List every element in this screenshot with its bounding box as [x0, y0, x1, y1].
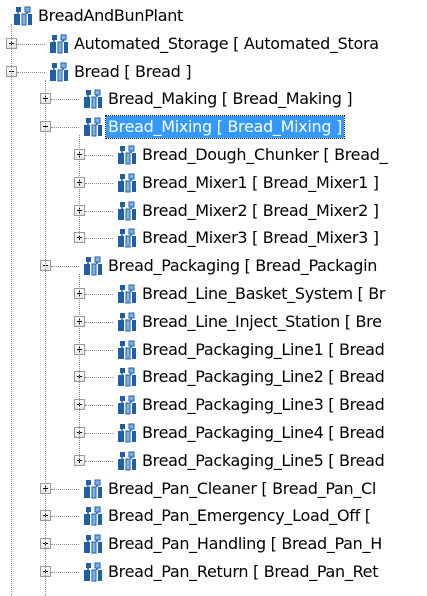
tree-node-bread-packaging-line2[interactable]: Bread_Packaging_Line2 [ Bread [0, 363, 427, 391]
tree-node-automated-storage[interactable]: Automated_Storage [ Automated_Stora [0, 30, 427, 58]
tree-connector-line [51, 572, 79, 573]
tree-connector-line [17, 71, 45, 73]
object-template-icon [116, 172, 138, 194]
tree-connector-line [51, 99, 79, 101]
tree-guide-line [79, 135, 80, 239]
tree-guide-line [11, 24, 12, 596]
tree-node-bread-pan-handling[interactable]: Bread_Pan_Handling [ Bread_Pan_H [0, 530, 427, 558]
object-template-icon [116, 339, 138, 361]
tree-connector-line [51, 516, 79, 518]
tree-node-bread-packaging-line3[interactable]: Bread_Packaging_Line3 [ Bread [0, 391, 427, 419]
tree-node-label: Bread_Making [ Bread_Making ] [108, 89, 353, 109]
tree-node-label: Bread_Pan_Cleaner [ Bread_Pan_Cl [108, 478, 377, 498]
object-template-icon [116, 283, 138, 305]
tree-connector-line [85, 210, 113, 212]
tree-node-label: Bread_Mixing [ Bread_Mixing ] [105, 115, 345, 140]
tree-node-label: Bread_Packaging_Line2 [ Bread [142, 367, 385, 387]
tree-node-bread-packaging-line1[interactable]: Bread_Packaging_Line1 [ Bread [0, 336, 427, 364]
object-template-icon [116, 311, 138, 333]
object-template-icon [116, 366, 138, 388]
tree-node-label: Bread_Mixer1 [ Bread_Mixer1 ] [142, 172, 379, 192]
tree-connector-line [85, 155, 113, 156]
tree-node-bread[interactable]: Bread [ Bread ] [0, 58, 427, 86]
tree-node-bread-packaging-line5[interactable]: Bread_Packaging_Line5 [ Bread [0, 447, 427, 475]
tree-node-label: Bread_Packaging_Line5 [ Bread [142, 450, 385, 470]
tree-node-label: Bread_Mixer2 [ Bread_Mixer2 ] [142, 200, 379, 220]
tree-node-label: Bread_Pan_Emergency_Load_Off [ [108, 506, 371, 526]
tree-node-label: Bread_Packaging_Line1 [ Bread [142, 339, 385, 359]
tree-guide-line [45, 79, 46, 596]
tree-connector-line [51, 544, 79, 546]
tree-connector-line [17, 43, 45, 45]
tree-node-bread-dough-chunker[interactable]: Bread_Dough_Chunker [ Bread_ [0, 141, 427, 169]
object-template-icon [48, 61, 70, 83]
object-template-icon [116, 450, 138, 472]
object-template-icon [82, 505, 104, 527]
tree-connector-line [85, 405, 113, 407]
tree-connector-line [85, 182, 113, 184]
object-template-icon [116, 227, 138, 249]
object-template-icon [82, 478, 104, 500]
object-template-icon [82, 533, 104, 555]
tree-node-label: Bread_Line_Basket_System [ Br [142, 284, 386, 303]
tree-connector-line [85, 433, 113, 434]
object-template-icon [116, 422, 138, 444]
tree-node-bread-pan-return[interactable]: Bread_Pan_Return [ Bread_Pan_Ret [0, 558, 427, 586]
tree-node-label: Bread_Line_Inject_Station [ Bre [142, 311, 382, 331]
tree-root-node[interactable]: BreadAndBunPlant [0, 2, 427, 30]
object-template-icon [82, 561, 104, 583]
tree-connector-line [51, 488, 79, 490]
tree-node-label: Bread_Mixer3 [ Bread_Mixer3 ] [142, 228, 379, 248]
tree-connector-line [85, 294, 113, 295]
tree-connector-line [51, 266, 79, 268]
object-template-icon [116, 144, 138, 166]
tree-node-bread-pan-emergency-load-off[interactable]: Bread_Pan_Emergency_Load_Off [ [0, 502, 427, 530]
tree-connector-line [51, 127, 79, 129]
tree-node-bread-mixer1[interactable]: Bread_Mixer1 [ Bread_Mixer1 ] [0, 169, 427, 197]
tree-node-bread-mixer3[interactable]: Bread_Mixer3 [ Bread_Mixer3 ] [0, 224, 427, 252]
tree-guide-line [79, 274, 80, 461]
tree-node-bread-line-basket-system[interactable]: Bread_Line_Basket_System [ Br [0, 280, 427, 308]
object-template-icon [116, 394, 138, 416]
tree-node-bread-packaging[interactable]: Bread_Packaging [ Bread_Packagin [0, 252, 427, 280]
tree-node-label: Bread_Packaging_Line4 [ Bread [142, 423, 385, 442]
tree-connector-line [85, 238, 113, 240]
object-template-icon [82, 255, 104, 277]
tree-node-label: BreadAndBunPlant [38, 6, 184, 25]
object-template-icon [116, 200, 138, 222]
object-template-icon [48, 33, 70, 55]
tree-node-bread-packaging-line4[interactable]: Bread_Packaging_Line4 [ Bread [0, 419, 427, 447]
tree-node-label: Bread_Pan_Return [ Bread_Pan_Ret [108, 562, 379, 581]
tree-connector-line [85, 460, 113, 462]
object-template-icon [12, 5, 34, 27]
tree-node-label: Bread [ Bread ] [74, 61, 192, 81]
tree-connector-line [85, 321, 113, 323]
tree-node-label: Bread_Packaging [ Bread_Packagin [108, 256, 378, 276]
tree-node-bread-line-inject-station[interactable]: Bread_Line_Inject_Station [ Bre [0, 308, 427, 336]
tree-node-label: Bread_Dough_Chunker [ Bread_ [142, 145, 388, 164]
tree-node-bread-mixing[interactable]: Bread_Mixing [ Bread_Mixing ] [0, 113, 427, 141]
tree-node-label: Bread_Pan_Handling [ Bread_Pan_H [108, 534, 382, 554]
tree-connector-line [85, 377, 113, 379]
tree-node-bread-pan-cleaner[interactable]: Bread_Pan_Cleaner [ Bread_Pan_Cl [0, 475, 427, 503]
tree-connector-line [85, 349, 113, 351]
object-template-icon [82, 88, 104, 110]
tree-node-label: Bread_Packaging_Line3 [ Bread [142, 395, 385, 415]
object-template-icon [82, 116, 104, 138]
tree-node-bread-mixer2[interactable]: Bread_Mixer2 [ Bread_Mixer2 ] [0, 197, 427, 225]
tree-node-bread-making[interactable]: Bread_Making [ Bread_Making ] [0, 85, 427, 113]
tree-node-label: Automated_Storage [ Automated_Stora [74, 33, 379, 53]
object-tree: BreadAndBunPlant Automated_Storage [ Auto… [0, 0, 427, 596]
